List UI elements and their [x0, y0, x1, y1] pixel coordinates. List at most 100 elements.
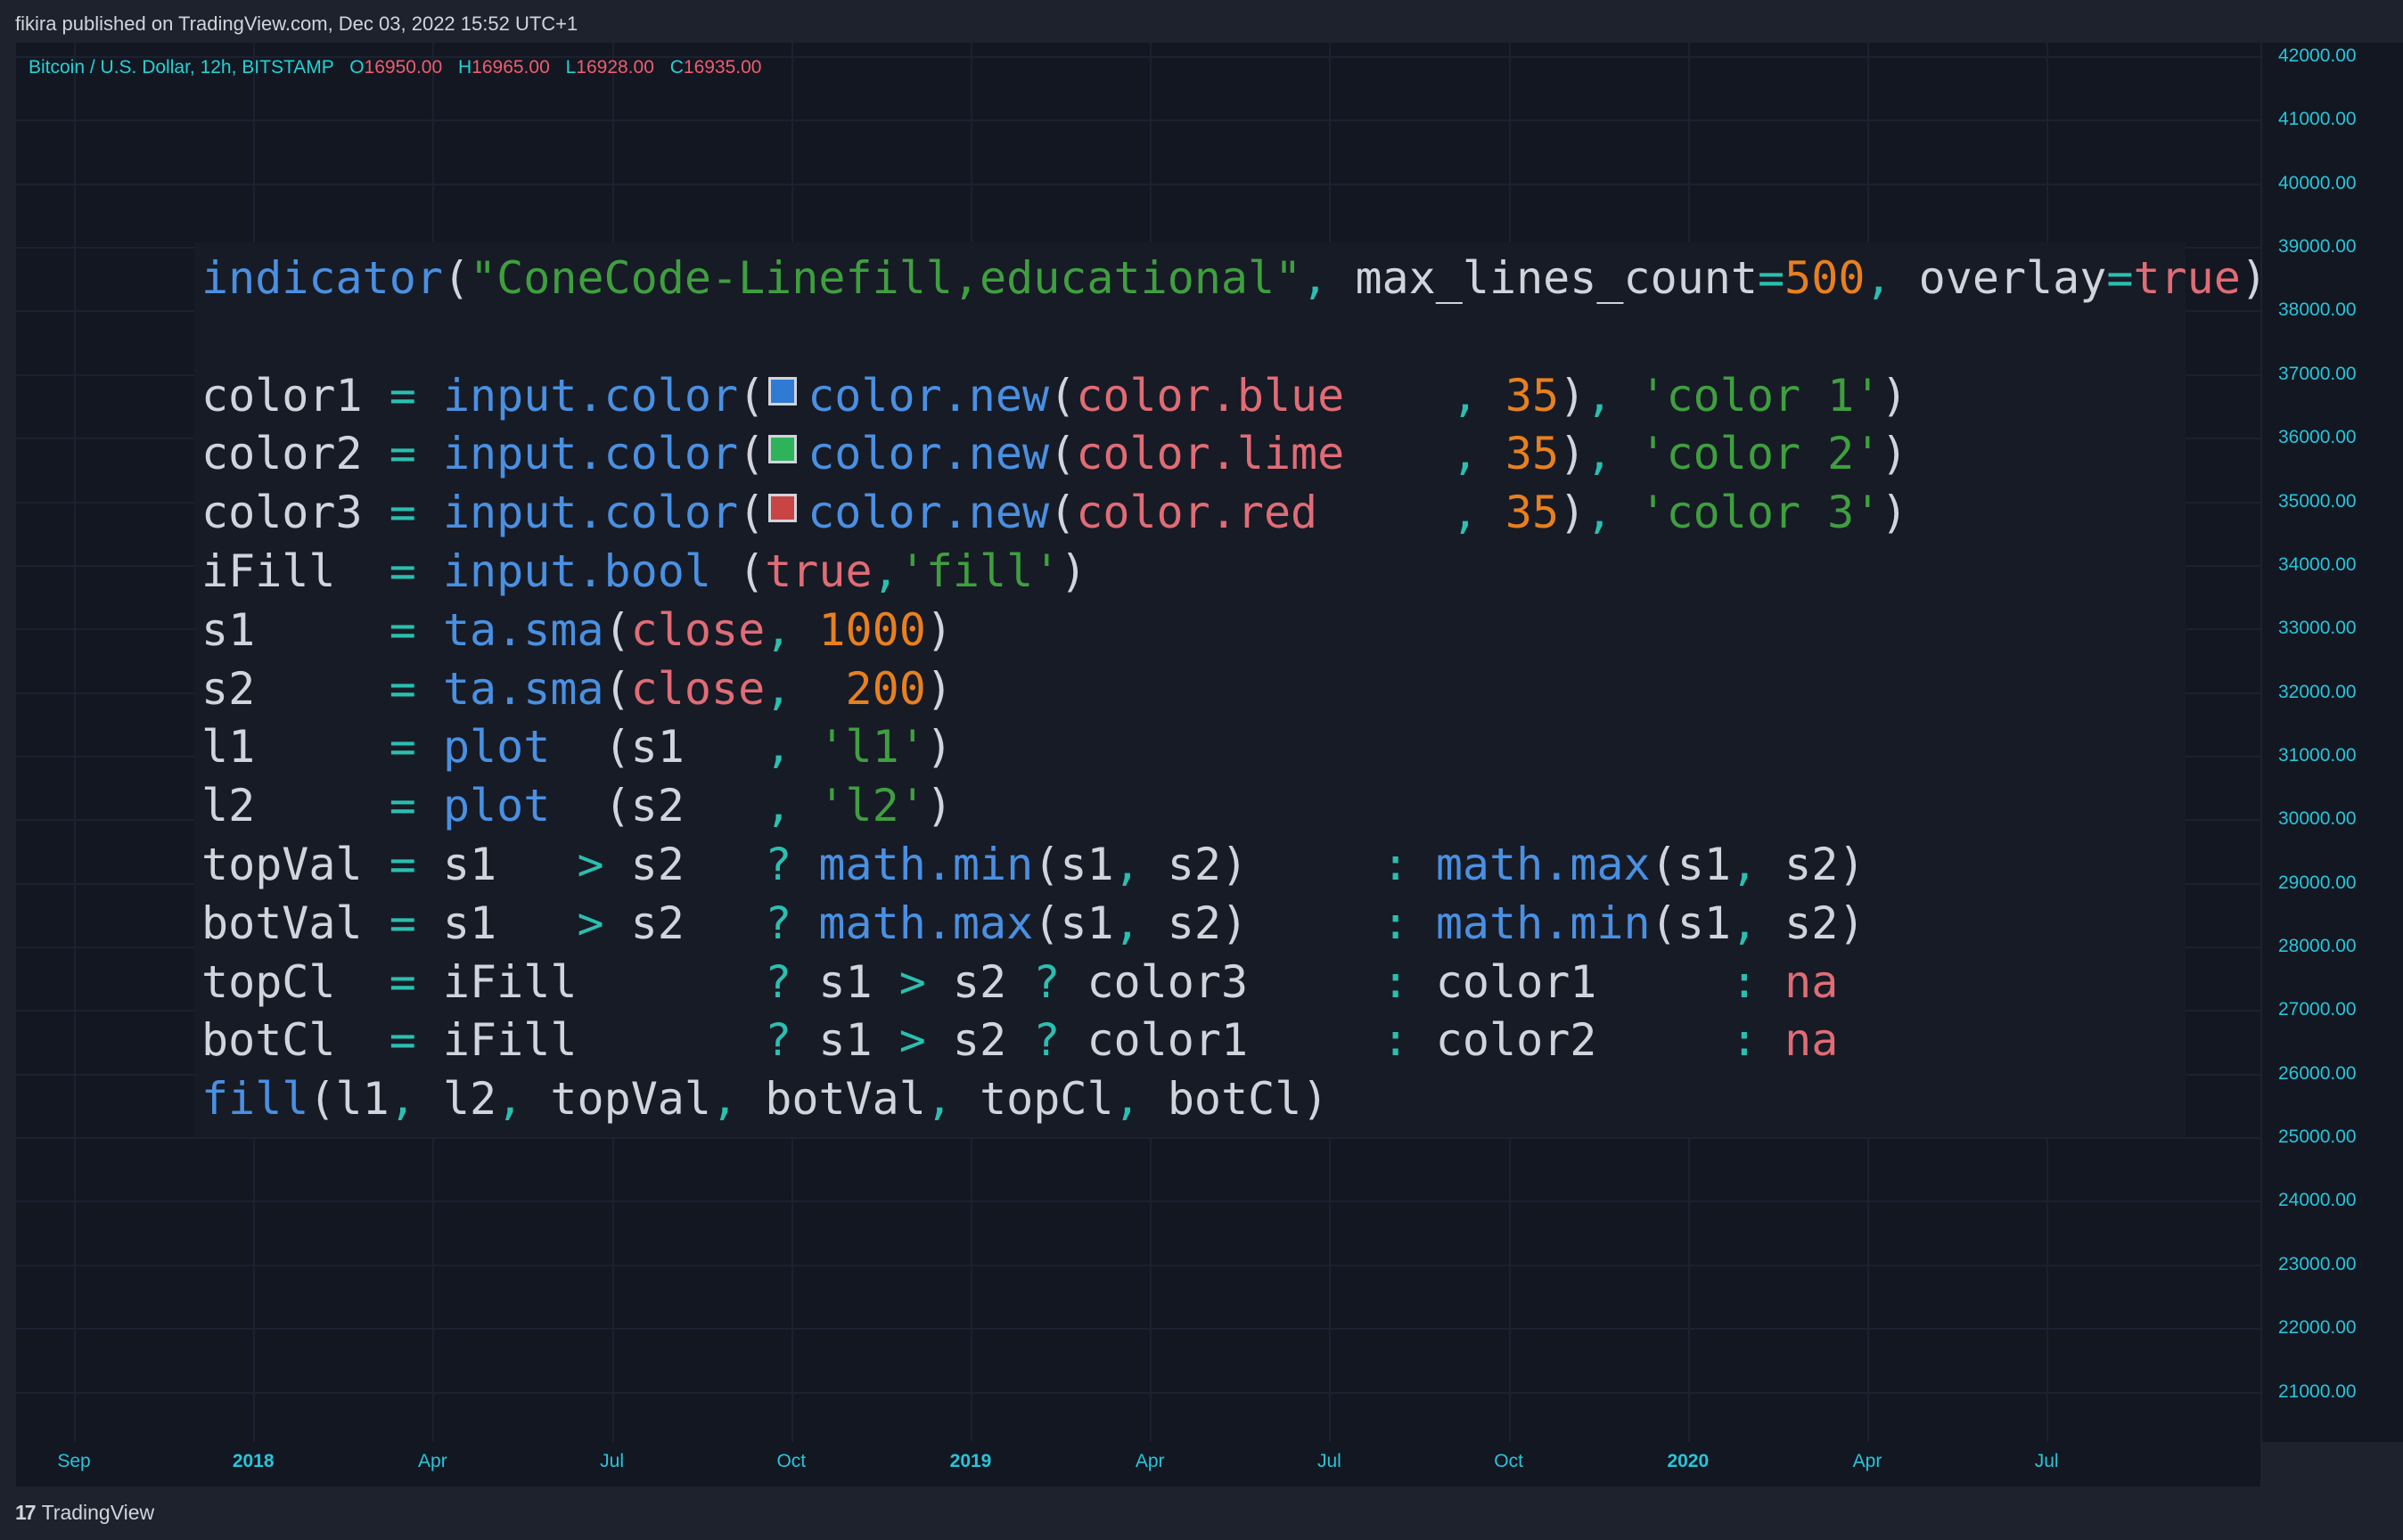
code-token: )	[1881, 369, 1908, 422]
code-token: =	[389, 662, 416, 715]
price-axis[interactable]: 42000.00 41000.00 40000.00 39000.00 38000.00…	[2262, 43, 2403, 1442]
tradingview-logo[interactable]: 17 TradingView	[15, 1501, 154, 1525]
code-token: )	[925, 780, 953, 832]
code-token: (	[603, 662, 631, 715]
code-token: color.new	[808, 487, 1050, 539]
code-token: ?	[765, 955, 792, 1008]
time-tick-label: Oct	[1494, 1451, 1523, 1471]
code-token: (	[1049, 369, 1077, 422]
code-token: (	[710, 545, 766, 597]
grid-line-horizontal	[16, 119, 2260, 122]
code-token: close	[630, 603, 766, 656]
code-token: ?	[1033, 1014, 1061, 1067]
code-token: ta.sma	[442, 662, 604, 715]
time-tick-label: Apr	[418, 1451, 447, 1471]
code-token: ,	[1730, 897, 1785, 949]
code-token: ,	[389, 1073, 443, 1126]
grid-line-horizontal	[16, 1328, 2260, 1331]
code-token: ,	[1113, 838, 1168, 890]
price-tick-label: 32000.00	[2278, 681, 2357, 702]
code-token: "ConeCode-Linefill,educational"	[470, 252, 1302, 304]
code-token: s2	[201, 662, 390, 715]
tradingview-brand: TradingView	[41, 1501, 155, 1524]
grid-line-horizontal	[16, 1137, 2260, 1140]
code-token: ,	[1301, 252, 1356, 304]
price-tick-label: 22000.00	[2278, 1317, 2357, 1339]
publish-header: fikira published on TradingView.com, Dec…	[0, 0, 2403, 43]
color-swatch-icon	[768, 435, 798, 464]
code-token: (s1	[1033, 838, 1114, 890]
grid-line-horizontal	[16, 1264, 2260, 1266]
grid-line-horizontal	[16, 1391, 2260, 1394]
time-tick-label: 2020	[1667, 1451, 1710, 1471]
code-token: 35	[1505, 428, 1560, 480]
code-token: )	[1060, 545, 1087, 597]
code-line: botVal = s1 > s2 ? math.max(s1, s2) : ma…	[201, 895, 2268, 954]
symbol-legend: Bitcoin / U.S. Dollar, 12h, BITSTAMP O16…	[29, 57, 761, 78]
code-line: l2 = plot (s2 , 'l2')	[201, 777, 2268, 836]
time-tick-label: Oct	[776, 1451, 807, 1471]
code-line: fill(l1, l2, topVal, botVal, topCl, botC…	[201, 1070, 2268, 1129]
code-token: ,	[765, 603, 819, 656]
price-tick-label: 42000.00	[2278, 45, 2357, 66]
code-token: botCl)	[1167, 1073, 1329, 1126]
code-token: (s1	[1650, 838, 1731, 890]
code-token: ?	[1033, 955, 1061, 1008]
high-label: H	[457, 57, 472, 78]
code-token: s1	[791, 955, 899, 1008]
code-token: =	[389, 897, 416, 949]
color-swatch-icon	[768, 494, 798, 523]
code-token: true	[2133, 252, 2241, 304]
code-token: :	[1730, 955, 1759, 1008]
code-token: ,	[1113, 1073, 1168, 1126]
code-token: botVal	[765, 1073, 926, 1126]
code-token: color.lime	[1076, 428, 1425, 480]
close-value: 16935.00	[683, 57, 762, 78]
code-token: s2)	[1167, 897, 1382, 949]
price-tick-label: 33000.00	[2278, 618, 2357, 639]
code-token: (	[738, 487, 766, 539]
code-token: ,	[765, 662, 846, 715]
code-token: 1000	[818, 603, 926, 656]
price-tick-label: 29000.00	[2278, 872, 2357, 893]
code-token: =	[389, 955, 416, 1008]
code-token: 'color 3'	[1639, 487, 1882, 539]
time-axis[interactable]: Sep 2018 Apr Jul Oct 2019 Apr Jul Oct 2020 Apr Jul	[16, 1442, 2260, 1487]
code-token: color3	[1060, 955, 1382, 1008]
code-token: math.max	[1435, 838, 1651, 890]
time-tick-label: Sep	[57, 1451, 91, 1471]
code-token: :	[1382, 838, 1409, 890]
code-token: indicator	[201, 252, 443, 304]
code-token: ?	[765, 1014, 792, 1067]
symbol-title[interactable]: Bitcoin / U.S. Dollar, 12h, BITSTAMP	[29, 57, 333, 78]
code-token: s1	[415, 897, 578, 949]
code-token: (s1	[1650, 897, 1731, 949]
code-token: s2)	[1784, 838, 1866, 890]
code-token: plot	[442, 780, 551, 832]
code-token: (s1	[1033, 897, 1114, 949]
grid-line-vertical	[74, 43, 76, 1442]
code-token: )	[925, 721, 953, 774]
code-token: :	[1382, 897, 1409, 949]
price-tick-label: 31000.00	[2278, 744, 2357, 766]
time-tick-label: Apr	[1852, 1451, 1882, 1471]
tradingview-logo-icon: 17	[15, 1501, 37, 1524]
code-token: )	[1559, 487, 1587, 539]
code-token: ,	[496, 1073, 551, 1126]
code-token: color.new	[808, 369, 1050, 422]
code-token: color1	[1060, 1014, 1382, 1067]
code-token: l2	[442, 1073, 497, 1126]
code-token: ,	[1424, 369, 1505, 422]
code-token: color2	[1408, 1014, 1731, 1067]
price-tick-label: 25000.00	[2278, 1126, 2357, 1148]
price-tick-label: 30000.00	[2278, 808, 2357, 830]
open-value: 16950.00	[364, 57, 443, 78]
code-token: =	[389, 721, 416, 774]
code-line: indicator("ConeCode-Linefill,educational…	[201, 250, 2268, 308]
code-token: math.min	[818, 838, 1034, 890]
code-token: s2	[925, 1014, 1034, 1067]
